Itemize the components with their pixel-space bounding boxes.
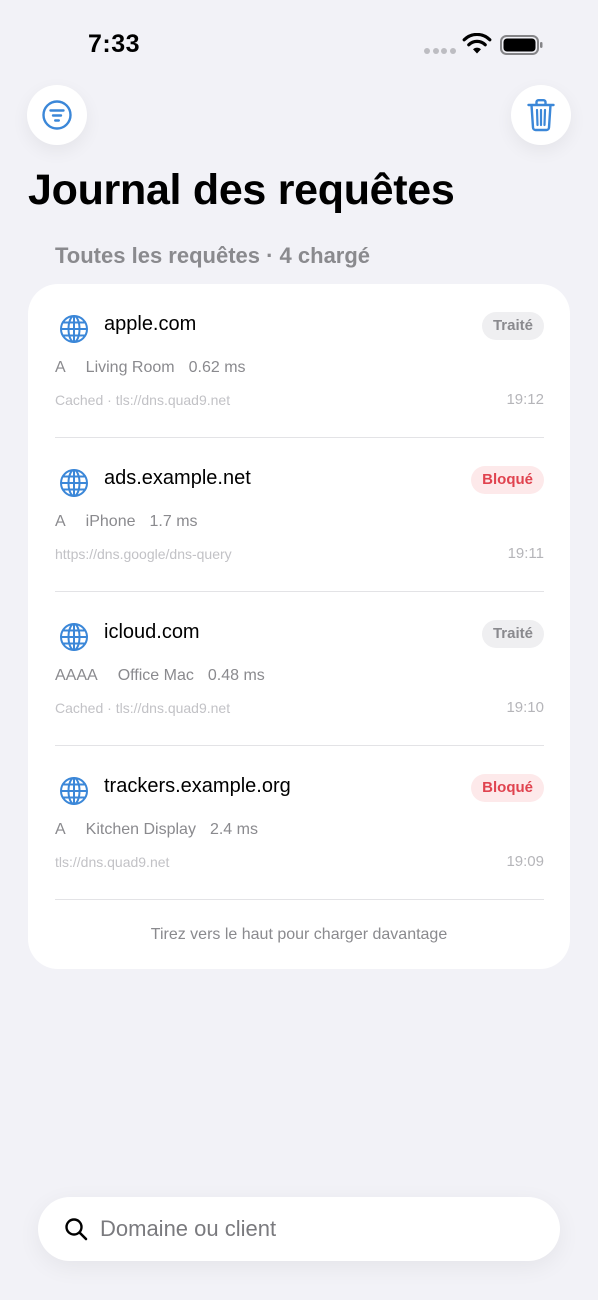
client-name: Living Room [85, 359, 175, 376]
request-meta: AiPhone 1.7 ms [55, 513, 212, 531]
clear-log-button[interactable] [511, 85, 571, 145]
request-time: 19:11 [507, 545, 544, 562]
status-badge: Traité [481, 620, 544, 648]
request-time: 19:09 [506, 853, 544, 870]
request-row[interactable]: trackers.example.org Bloqué A Kitchen Dis… [55, 746, 544, 900]
request-domain: icloud.com [104, 621, 200, 643]
cellular-signal-icon [424, 48, 456, 54]
request-row[interactable]: ads.example.net Bloqué AiPhone 1.7 ms htt… [55, 438, 544, 592]
latency: 0.48 ms [207, 667, 265, 684]
upstream: Cached · tls://dns.quad9.net [55, 392, 231, 408]
globe-icon [60, 777, 88, 805]
record-type: AAAA [55, 667, 98, 684]
request-row[interactable]: icloud.com Traité AAAA Office Mac 0.48 ms … [55, 592, 544, 746]
upstream: https://dns.google/dns-query [55, 546, 232, 562]
status-badge: Traité [481, 312, 544, 340]
request-meta: AAAA Office Mac 0.48 ms [55, 667, 279, 685]
latency: 1.7 ms [149, 513, 198, 530]
request-meta: A Living Room 0.62 ms [55, 359, 260, 377]
record-type: A [55, 513, 66, 530]
section-header: Toutes les requêtes · 4 chargé [55, 243, 371, 268]
filter-icon [42, 100, 72, 130]
client-name: Kitchen Display [85, 821, 196, 838]
globe-icon [60, 623, 88, 651]
battery-icon [500, 35, 543, 55]
search-icon [65, 1218, 88, 1241]
search-bar[interactable] [38, 1197, 560, 1261]
client-name: iPhone [85, 513, 136, 530]
request-time: 19:12 [506, 391, 544, 408]
status-badge: Bloqué [471, 466, 544, 494]
status-badge: Bloqué [471, 774, 544, 802]
request-meta: A Kitchen Display 2.4 ms [55, 821, 272, 839]
record-type: A [55, 821, 66, 838]
request-domain: ads.example.net [104, 467, 251, 489]
wifi-icon [462, 33, 492, 54]
request-list: apple.com Traité A Living Room 0.62 ms Cac… [28, 284, 570, 969]
request-time: 19:10 [506, 699, 544, 716]
status-bar: 7:33 [0, 0, 598, 88]
row-divider [55, 899, 544, 900]
trash-icon [527, 99, 555, 132]
client-name: Office Mac [117, 667, 194, 684]
request-domain: trackers.example.org [104, 775, 291, 797]
load-more-hint: Tirez vers le haut pour charger davantag… [150, 926, 448, 943]
page-title: Journal des requêtes [28, 166, 455, 214]
search-input[interactable] [100, 1197, 540, 1261]
globe-icon [60, 315, 88, 343]
request-domain: apple.com [104, 313, 197, 335]
record-type: A [55, 359, 66, 376]
globe-icon [60, 469, 88, 497]
status-time: 7:33 [88, 30, 141, 58]
screen: 7:33 Journal des requêtes Toutes les req… [0, 0, 598, 1300]
filter-button[interactable] [27, 85, 87, 145]
upstream: tls://dns.quad9.net [55, 854, 170, 870]
upstream: Cached · tls://dns.quad9.net [55, 700, 231, 716]
latency: 2.4 ms [209, 821, 258, 838]
request-row[interactable]: apple.com Traité A Living Room 0.62 ms Cac… [55, 284, 544, 438]
latency: 0.62 ms [188, 359, 246, 376]
